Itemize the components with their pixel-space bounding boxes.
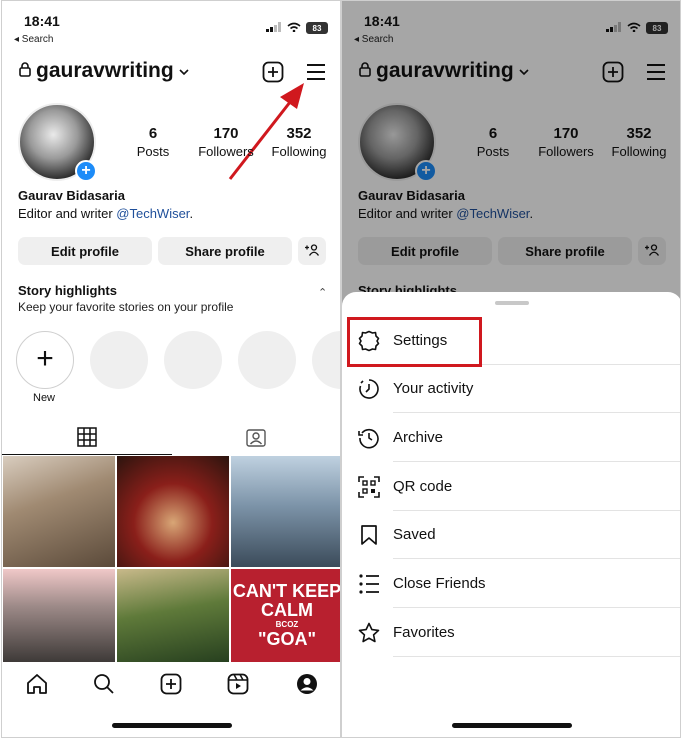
bio-suffix: . [189, 206, 194, 221]
menu-item-archive[interactable]: Archive [342, 414, 680, 462]
divider [393, 656, 680, 657]
home-icon[interactable] [26, 673, 48, 700]
menu-item-label: Your activity [393, 380, 474, 397]
highlights-title: Story highlights [18, 283, 117, 298]
post-text-line: CAN'T KEEP [232, 581, 341, 601]
posts-grid: CAN'T KEEP CALM BCOZ "GOA" [3, 456, 341, 662]
menu-item-label: Saved [393, 526, 436, 543]
star-icon [358, 622, 380, 649]
divider [393, 412, 680, 413]
menu-item-qr-code[interactable]: QR code [342, 463, 680, 511]
post-thumbnail[interactable] [3, 456, 115, 567]
posts-count[interactable]: 6 Posts [135, 125, 171, 159]
add-person-icon [305, 243, 320, 259]
menu-item-label: Favorites [393, 624, 455, 641]
archive-icon [358, 427, 380, 454]
bottom-nav [2, 667, 340, 703]
bio-mention-link[interactable]: @TechWiser [116, 206, 189, 221]
chevron-up-icon[interactable]: ⌃ [318, 286, 327, 299]
divider [393, 461, 680, 462]
edit-profile-button[interactable]: Edit profile [18, 237, 152, 265]
profile-icon[interactable] [296, 673, 318, 700]
posts-number: 6 [148, 125, 158, 142]
activity-icon [358, 378, 380, 405]
following-count[interactable]: 352 Following [268, 125, 330, 159]
wifi-icon [287, 19, 301, 37]
menu-item-close-friends[interactable]: Close Friends [342, 560, 680, 608]
menu-item-label: Close Friends [393, 575, 486, 592]
menu-icon[interactable] [305, 61, 327, 88]
followers-number: 170 [213, 125, 239, 142]
menu-item-your-activity[interactable]: Your activity [342, 365, 680, 413]
divider [393, 607, 680, 608]
post-thumbnail[interactable] [117, 569, 229, 662]
followers-label: Followers [198, 144, 254, 159]
post-thumbnail[interactable]: CAN'T KEEP CALM BCOZ "GOA" [231, 569, 341, 662]
grid-icon[interactable] [77, 427, 97, 452]
system-status-icons: 83 [266, 19, 328, 37]
new-highlight-button[interactable]: + [16, 331, 74, 389]
battery-icon: 83 [306, 22, 328, 34]
home-indicator [452, 723, 572, 728]
post-thumbnail[interactable] [117, 456, 229, 567]
share-profile-button[interactable]: Share profile [158, 237, 292, 265]
highlight-placeholder [164, 331, 222, 389]
post-thumbnail[interactable] [231, 456, 340, 567]
followers-count[interactable]: 170 Followers [196, 125, 256, 159]
discover-people-button[interactable] [298, 237, 326, 265]
profile-screen: 18:41 ◂ Search 83 gauravwriting + 6 Post… [1, 0, 341, 738]
new-highlight-label: New [33, 392, 56, 404]
following-number: 352 [286, 125, 312, 142]
bookmark-icon [358, 524, 380, 551]
profile-name: Gaurav Bidasaria [18, 188, 125, 203]
qr-code-icon [358, 476, 380, 503]
close-friends-icon [358, 573, 380, 600]
following-label: Following [271, 144, 327, 159]
bio-text: Editor and writer [18, 206, 117, 221]
menu-item-saved[interactable]: Saved [342, 511, 680, 559]
highlight-placeholder [312, 331, 340, 389]
create-icon[interactable] [160, 673, 182, 700]
highlights-subtitle: Keep your favorite stories on your profi… [18, 300, 234, 314]
menu-item-label: QR code [393, 478, 453, 495]
profile-tabs [2, 421, 340, 455]
profile-menu-screen: 18:41 ◂ Search 83 gauravwriting + 6 Post… [341, 0, 681, 738]
lock-icon [18, 59, 32, 83]
menu-bottom-sheet: Settings Your activity Archive QR code S… [342, 292, 680, 737]
add-story-icon[interactable]: + [75, 160, 97, 182]
username-label: gauravwriting [36, 59, 174, 82]
divider [393, 558, 680, 559]
annotation-highlight-box [347, 317, 482, 367]
signal-icon [266, 19, 282, 37]
create-post-icon[interactable] [262, 61, 284, 88]
post-thumbnail[interactable] [3, 569, 115, 662]
post-text-line: CALM [261, 600, 313, 620]
post-text-line: "GOA" [257, 629, 317, 649]
tagged-icon[interactable] [246, 427, 266, 452]
back-to-search-link[interactable]: ◂ Search [14, 34, 53, 45]
reels-icon[interactable] [227, 673, 249, 700]
status-time: 18:41 [24, 13, 60, 29]
highlight-placeholder [90, 331, 148, 389]
posts-label: Posts [136, 144, 170, 159]
menu-item-label: Archive [393, 429, 444, 446]
home-indicator [112, 723, 232, 728]
account-switcher[interactable]: gauravwriting [18, 59, 190, 83]
search-icon[interactable] [93, 673, 115, 700]
menu-item-favorites[interactable]: Favorites [342, 609, 680, 657]
profile-bio: Editor and writer @TechWiser. [18, 206, 193, 221]
chevron-down-icon [178, 59, 190, 83]
highlight-placeholder [238, 331, 296, 389]
sheet-drag-handle[interactable] [495, 301, 529, 305]
active-tab-indicator [2, 454, 172, 455]
